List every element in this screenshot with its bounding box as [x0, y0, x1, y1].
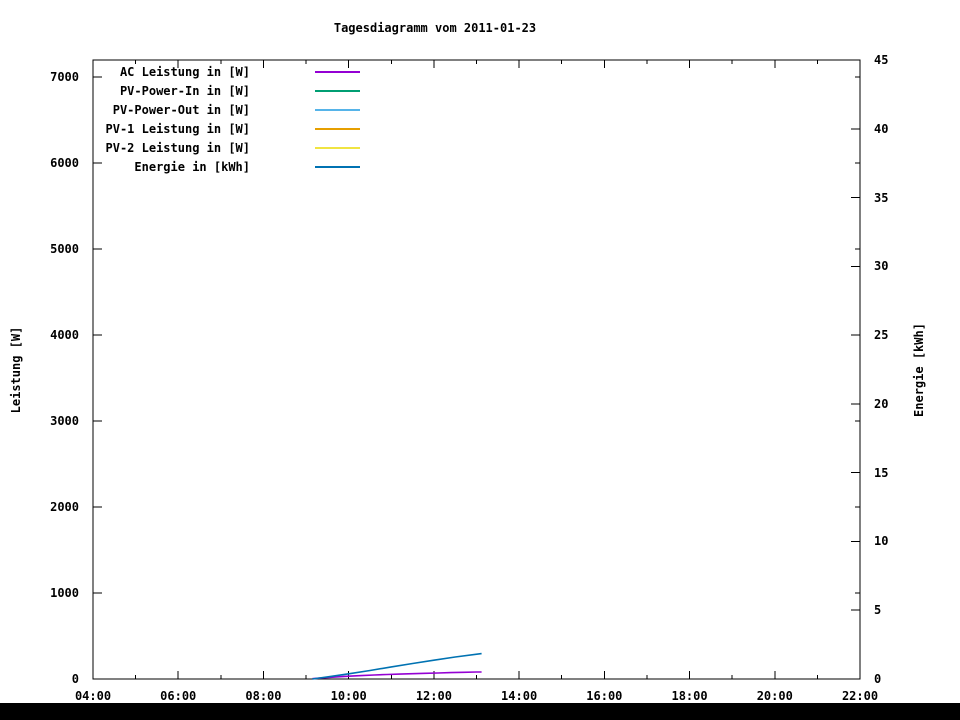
x-tick-label: 18:00	[655, 689, 725, 703]
y2-axis-title: Energie [kWh]	[912, 323, 926, 417]
x-tick-label: 10:00	[314, 689, 384, 703]
y2-tick-label: 30	[874, 259, 888, 273]
y1-tick-label: 5000	[0, 242, 79, 256]
y2-tick-label: 45	[874, 53, 888, 67]
y1-tick-label: 2000	[0, 500, 79, 514]
y2-tick-label: 5	[874, 603, 881, 617]
y1-tick-label: 3000	[0, 414, 79, 428]
x-tick-label: 12:00	[399, 689, 469, 703]
y1-tick-label: 0	[0, 672, 79, 686]
y2-tick-label: 15	[874, 466, 888, 480]
y1-tick-label: 1000	[0, 586, 79, 600]
y2-tick-label: 20	[874, 397, 888, 411]
gnuplot-daily-chart: 04:00 06:00 08:00 10:00 12:00 14:00 16:00 18:00…	[0, 0, 960, 720]
x-tick-label: 08:00	[228, 689, 298, 703]
legend-label: PV-Power-In in [W]	[20, 84, 250, 98]
legend-label: Energie in [kWh]	[20, 160, 250, 174]
legend-label: PV-Power-Out in [W]	[20, 103, 250, 117]
y1-axis-title: Leistung [W]	[9, 327, 23, 414]
x-tick-label: 14:00	[484, 689, 554, 703]
y2-tick-label: 35	[874, 191, 888, 205]
series-line-energie	[312, 654, 481, 679]
y2-tick-label: 0	[874, 672, 881, 686]
legend-label: PV-2 Leistung in [W]	[20, 141, 250, 155]
y2-tick-label: 25	[874, 328, 888, 342]
legend-label: AC Leistung in [W]	[20, 65, 250, 79]
x-tick-label: 06:00	[143, 689, 213, 703]
chart-title: Tagesdiagramm vom 2011-01-23	[135, 21, 735, 35]
legend-label: PV-1 Leistung in [W]	[20, 122, 250, 136]
bottom-black-bar	[0, 703, 960, 720]
x-tick-label: 20:00	[740, 689, 810, 703]
x-tick-label: 16:00	[569, 689, 639, 703]
x-tick-label: 22:00	[825, 689, 895, 703]
y2-tick-label: 10	[874, 534, 888, 548]
y2-tick-label: 40	[874, 122, 888, 136]
x-tick-label: 04:00	[58, 689, 128, 703]
